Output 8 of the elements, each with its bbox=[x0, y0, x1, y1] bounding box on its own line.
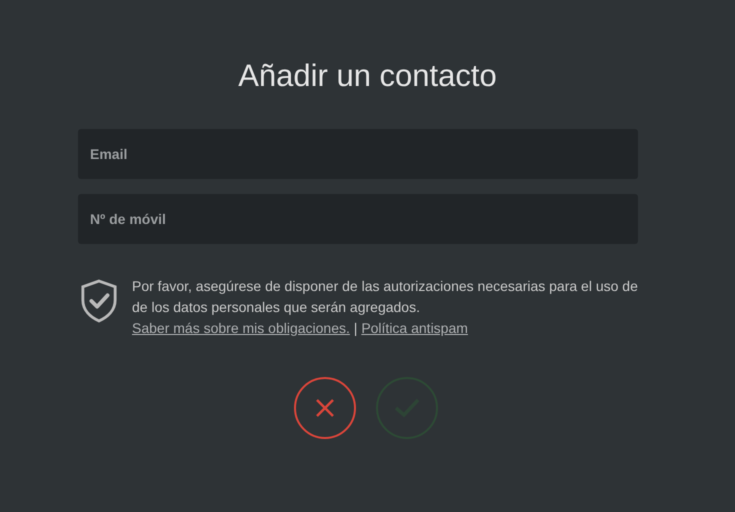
cancel-button[interactable] bbox=[294, 377, 356, 439]
notice-text: Por favor, asegúrese de disponer de las autorizaciones necesarias para el uso de de los datos personales que serán agregados. Saber más sobre mis obligaciones. | Política antispam bbox=[132, 277, 638, 338]
dialog-title: Añadir un contacto bbox=[237, 57, 498, 95]
obligations-link[interactable]: Saber más sobre mis obligaciones. bbox=[132, 320, 350, 336]
input-field[interactable]: Email bbox=[78, 129, 638, 179]
antispam-link[interactable]: Política antispam bbox=[361, 320, 468, 336]
input-field[interactable]: Nº de móvil bbox=[78, 194, 638, 244]
shield-check-icon bbox=[80, 279, 118, 323]
